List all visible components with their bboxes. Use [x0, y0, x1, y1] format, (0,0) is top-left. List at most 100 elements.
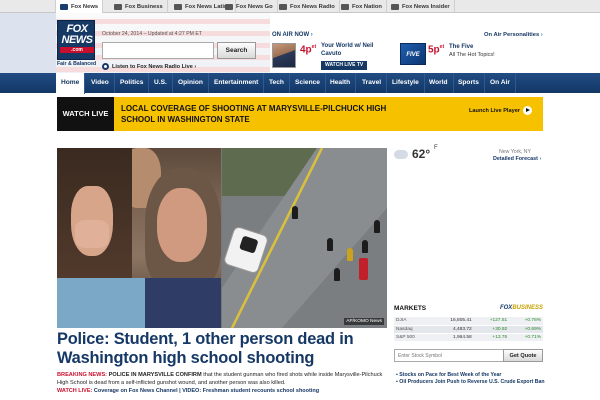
brand-business: BUSINESS	[512, 305, 543, 311]
site-tab-fox-business[interactable]: Fox Business	[110, 0, 168, 13]
get-quote-button[interactable]: Get Quote	[503, 349, 543, 362]
nav-politics[interactable]: Politics	[115, 73, 150, 93]
on-air-personalities-link[interactable]: On Air Personalities ›	[484, 32, 543, 38]
watch-live-headline[interactable]: LOCAL COVERAGE OF SHOOTING AT MARYSVILLE…	[121, 103, 421, 125]
site-tab-fox-news-go[interactable]: Fox News Go	[221, 0, 278, 13]
photo-red-object	[359, 258, 368, 280]
nav-lifestyle[interactable]: Lifestyle	[387, 73, 425, 93]
markets-news-list: Stocks on Pace for Best Week of the Year…	[396, 372, 546, 386]
nav-world[interactable]: World	[424, 73, 454, 93]
date-line: October 24, 2014 – Updated at 4:27 PM ET	[102, 31, 203, 37]
photo-girl-hand	[75, 220, 109, 248]
radio-live-link[interactable]: Listen to Fox News Radio Live ›	[102, 63, 196, 70]
market-name: S&P 500	[394, 333, 432, 342]
fox-nation-icon	[341, 3, 349, 10]
fox-news-logo[interactable]: FOX NEWS .com	[57, 20, 95, 60]
radio-live-label: Listen to Fox News Radio Live ›	[112, 63, 197, 70]
logo-com-text: .com	[60, 47, 94, 53]
fox-insider-icon	[391, 3, 399, 10]
market-value: 1,964.58	[431, 333, 474, 342]
nav-video[interactable]: Video	[86, 73, 115, 93]
site-tab-label: Fox Business	[125, 3, 163, 10]
show1-time-value: 4p	[300, 44, 312, 56]
market-value: 16,805.41	[431, 317, 474, 326]
nav-science[interactable]: Science	[290, 73, 326, 93]
table-row[interactable]: S&P 500 1,964.58 +13.76 +0.71%	[394, 333, 543, 342]
brand-fox: FOX	[499, 305, 513, 311]
market-percent: +0.76%	[509, 317, 543, 326]
nav-opinion[interactable]: Opinion	[173, 73, 209, 93]
photo-officer	[347, 248, 353, 261]
flag-stars	[0, 13, 56, 73]
logo-news-text: NEWS	[61, 34, 94, 46]
show2-title[interactable]: The Five	[449, 44, 473, 50]
fox-news-icon	[60, 4, 68, 10]
search-input[interactable]	[102, 42, 214, 59]
nav-home[interactable]: Home	[56, 73, 86, 94]
on-air-now-link[interactable]: ON AIR NOW ›	[272, 32, 313, 38]
site-tab-fox-news-insider[interactable]: Fox News Insider	[387, 0, 455, 13]
table-row[interactable]: DJIA 16,805.41 +127.51 +0.76%	[394, 317, 543, 326]
search-button[interactable]: Search	[217, 42, 256, 59]
fox-business-icon	[114, 3, 122, 10]
story-headline[interactable]: Police: Student, 1 other person dead in …	[57, 330, 397, 368]
story-summary: BREAKING NEWS: POLICE IN MARYSVILLE CONF…	[57, 372, 387, 388]
on-air-label: ON AIR NOW	[272, 32, 310, 38]
show2-time: 5pet	[428, 44, 444, 55]
site-tab-label: Fox News Go	[236, 3, 273, 10]
photo-officer	[374, 220, 380, 233]
masthead: FOX NEWS .com Fair & Balanced October 24…	[0, 13, 600, 73]
show1-time: 4pet	[300, 44, 316, 55]
site-tab-label: Fox Nation	[352, 3, 382, 10]
watch-live-banner[interactable]: WATCH LIVE LOCAL COVERAGE OF SHOOTING AT…	[57, 97, 543, 131]
nav-health[interactable]: Health	[325, 73, 357, 93]
market-change: +13.76	[473, 333, 510, 342]
tagline: Fair & Balanced	[57, 61, 97, 67]
show1-time-suffix: et	[311, 44, 317, 50]
story-links-text[interactable]: Coverage on Fox News Channel | VIDEO: Fr…	[92, 388, 319, 394]
market-value: 4,483.72	[431, 325, 474, 334]
nav-on-air[interactable]: On Air	[485, 73, 516, 93]
markets-title: MARKETS	[394, 305, 427, 312]
site-tab-fox-nation[interactable]: Fox Nation	[337, 0, 387, 13]
watch-live-tv-button[interactable]: WATCH LIVE TV	[321, 61, 368, 70]
photo-girl-shirt	[57, 278, 147, 328]
photo-officer	[334, 268, 340, 281]
nav-entertainment[interactable]: Entertainment	[209, 73, 265, 93]
photo-officer	[292, 206, 298, 219]
hero-photo[interactable]: AP/KOMO News	[57, 148, 387, 328]
nav-sports[interactable]: Sports	[453, 73, 485, 93]
police-car-roof	[239, 235, 259, 254]
weather-city: New York, NY	[499, 149, 532, 155]
list-item[interactable]: Stocks on Pace for Best Week of the Year	[396, 372, 546, 379]
table-row[interactable]: Nasdaq 4,483.72 +30.92 +0.69%	[394, 325, 543, 334]
fox-business-logo[interactable]: FOXBUSINESS	[500, 305, 543, 311]
chevron-right-icon: ›	[310, 32, 313, 38]
site-tab-fox-news-radio[interactable]: Fox News Radio	[275, 0, 340, 13]
fox-radio-icon	[279, 3, 287, 10]
detailed-forecast-link[interactable]: Detailed Forecast ›	[493, 156, 541, 162]
list-item[interactable]: Oil Producers Join Push to Reverse U.S. …	[396, 379, 546, 386]
photo-officer	[327, 238, 333, 251]
the-five-logo[interactable]: FIVE	[400, 43, 426, 65]
site-tab-label: Fox News Insider	[402, 3, 450, 10]
story-links[interactable]: WATCH LIVE: Coverage on Fox News Channel…	[57, 388, 319, 394]
host-photo[interactable]	[272, 43, 296, 68]
radio-icon	[102, 63, 109, 70]
personalities-label: On Air Personalities	[484, 32, 540, 38]
nav-us[interactable]: U.S.	[149, 73, 173, 93]
nav-tech[interactable]: Tech	[264, 73, 290, 93]
market-percent: +0.71%	[509, 333, 543, 342]
photo-aerial-scene: AP/KOMO News	[222, 148, 387, 328]
show1-title[interactable]: Your World w/ Neil Cavuto	[321, 43, 391, 58]
market-name: DJIA	[394, 317, 432, 326]
forecast-label: Detailed Forecast	[493, 156, 538, 162]
photo-credit: AP/KOMO News	[344, 318, 384, 325]
launch-live-player-link[interactable]: Launch Live Player	[469, 106, 532, 115]
nav-travel[interactable]: Travel	[357, 73, 388, 93]
story-lead-caps: POLICE IN MARYSVILLE CONFIRM	[108, 372, 202, 378]
breaking-news-label: BREAKING NEWS:	[57, 372, 108, 378]
watch-live-label: WATCH LIVE	[57, 97, 114, 131]
site-tab-fox-news[interactable]: Fox News	[55, 0, 104, 14]
play-icon	[523, 106, 532, 115]
